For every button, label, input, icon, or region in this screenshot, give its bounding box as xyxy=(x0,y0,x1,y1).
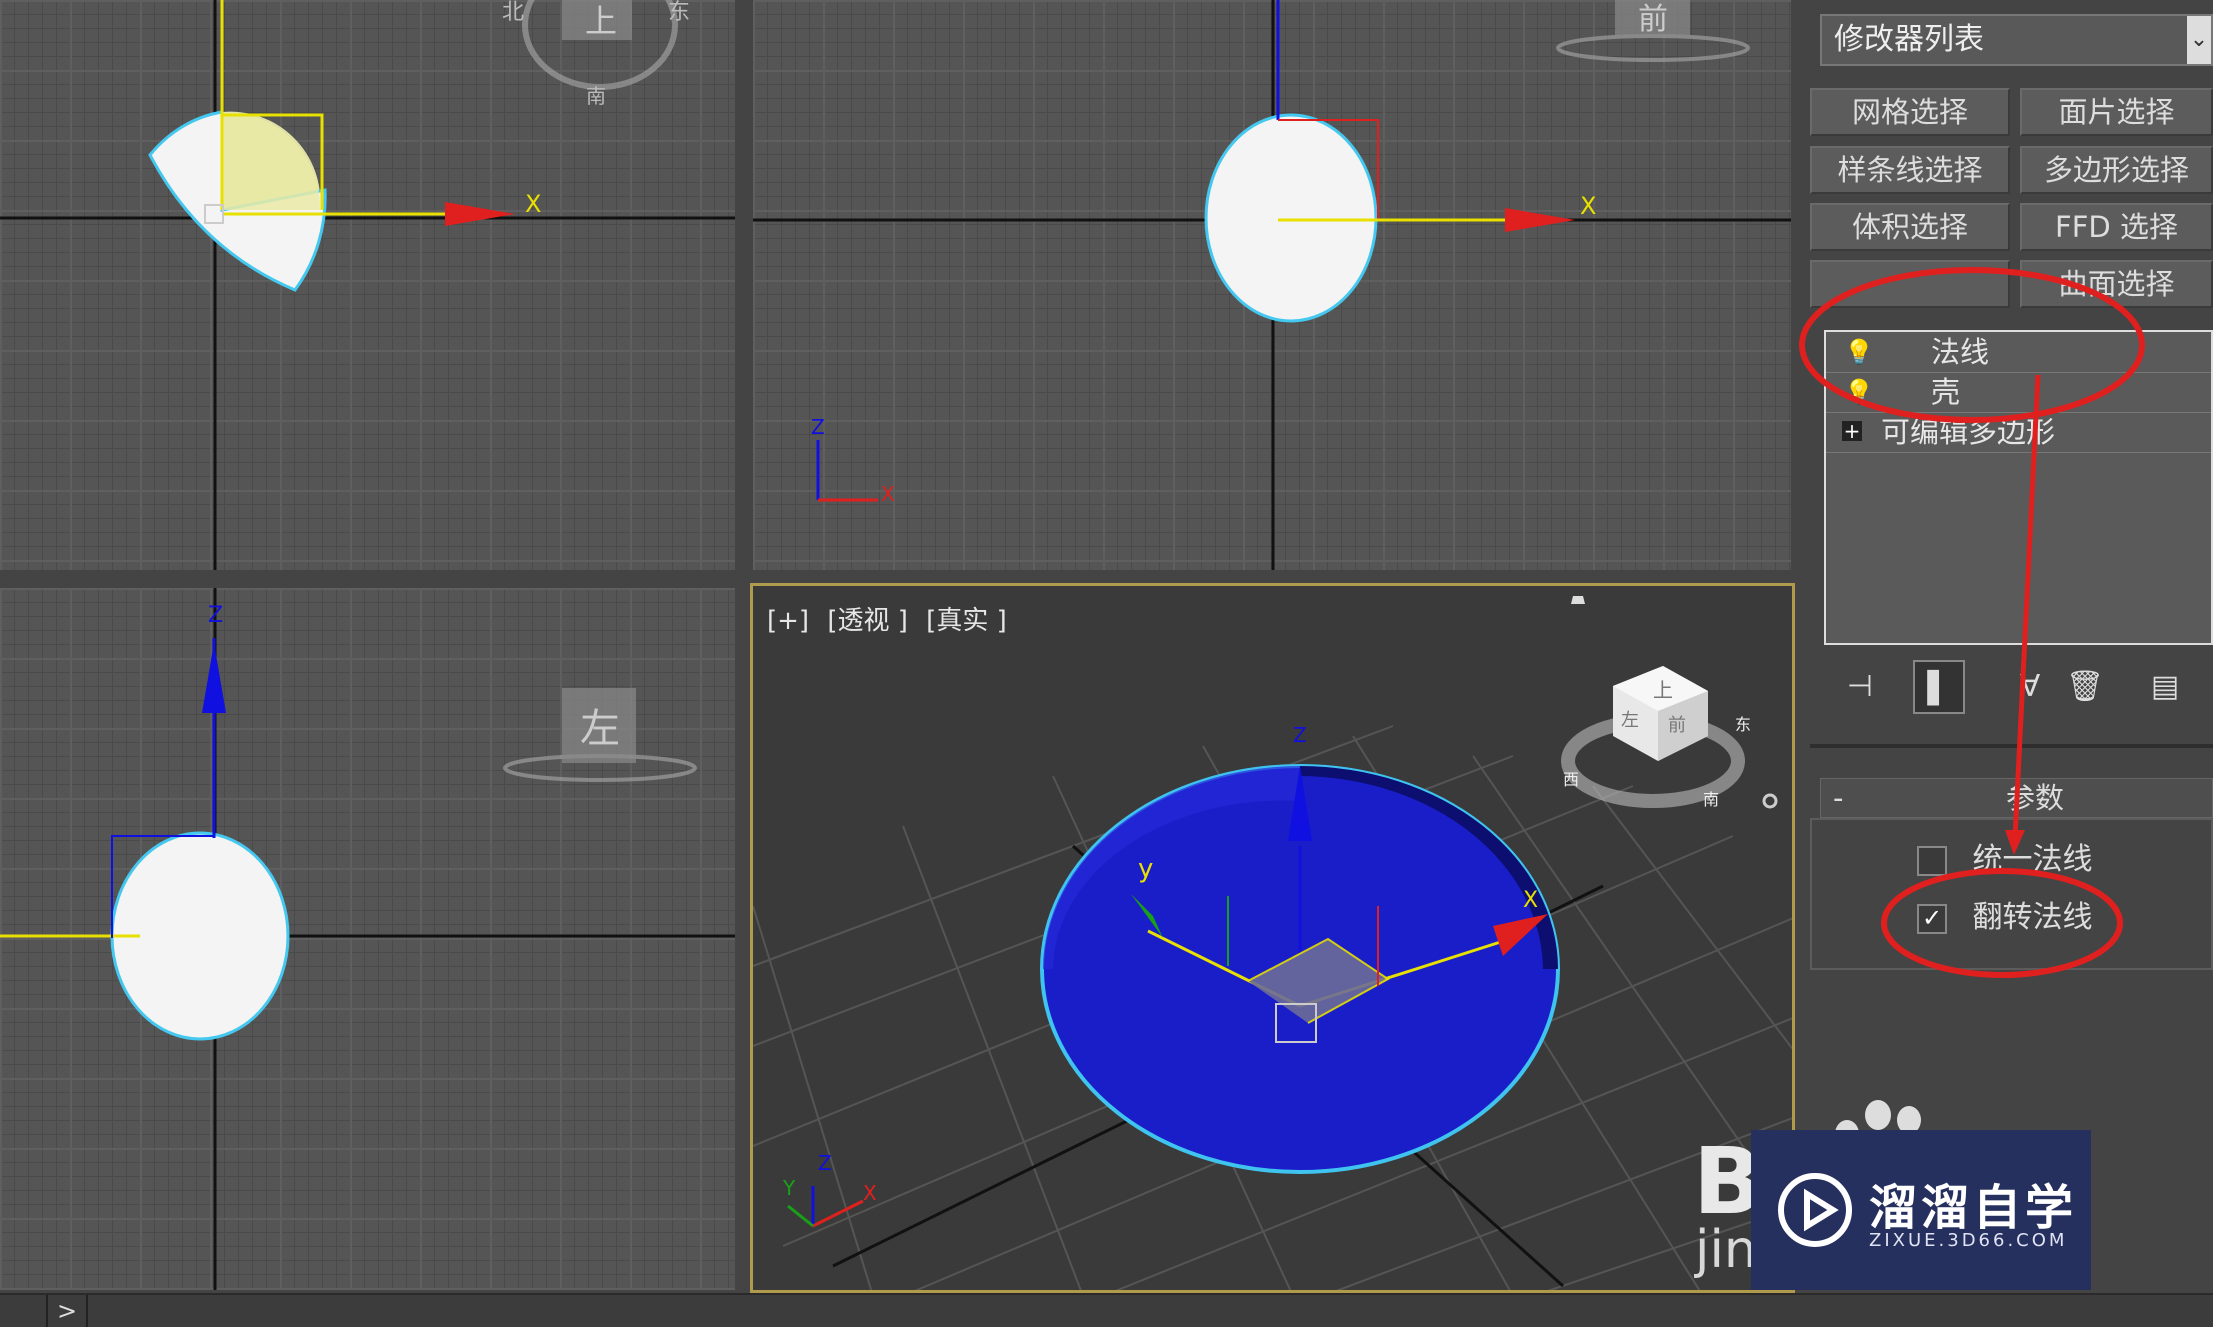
status-bar: > xyxy=(0,1293,2213,1327)
watermark-badge: 溜溜自学 ZIXUE.3D66.COM xyxy=(1751,1130,2091,1290)
viewcube-south-label: 南 xyxy=(1703,790,1720,809)
x-axis-label: X xyxy=(1580,192,1597,220)
front-viewport-canvas xyxy=(753,0,1791,570)
pin-stack-icon[interactable]: ⊣ xyxy=(1830,660,1890,714)
z-axis-label: Z xyxy=(208,603,224,628)
watermark-title: 溜溜自学 xyxy=(1869,1180,2078,1236)
gizmo-y-label: y xyxy=(1138,854,1154,884)
empty-button[interactable] xyxy=(1810,260,2010,308)
stack-item-label: 可编辑多边形 xyxy=(1881,415,2056,449)
mesh-select-button[interactable]: 网格选择 xyxy=(1810,88,2010,136)
viewcube-west-label: 西 xyxy=(1563,770,1580,789)
collapse-toggle[interactable]: - xyxy=(1833,779,1843,817)
gizmo-z-label: Z xyxy=(1293,723,1307,747)
flip-normals-checkbox[interactable]: ✓ xyxy=(1917,903,1947,934)
viewcube-front-label: 前 xyxy=(1668,715,1686,736)
compass-south-label: 南 xyxy=(586,84,606,108)
left-viewport-canvas xyxy=(0,588,735,1290)
play-logo-icon xyxy=(1778,1173,1852,1247)
unify-normals-checkbox[interactable] xyxy=(1917,845,1947,876)
remove-modifier-icon[interactable]: 🗑 xyxy=(2060,660,2110,714)
tripod-y-label: Y xyxy=(783,1176,796,1200)
viewcube-top-label: 上 xyxy=(585,2,618,40)
rollout-title: 参数 xyxy=(2006,781,2065,815)
ffd-select-button[interactable]: FFD 选择 xyxy=(2020,203,2213,251)
viewcube-top-label: 上 xyxy=(1653,678,1673,702)
tripod-x-label: X xyxy=(881,482,895,506)
perspective-viewport[interactable]: [+] [透视 ] [真实 ] Z y X Z Y X 上 左 前 南 西 东 xyxy=(750,583,1795,1293)
divider xyxy=(1810,744,2213,748)
parameters-rollout-header[interactable]: - 参数 xyxy=(1820,778,2213,818)
flip-normals-row[interactable]: ✓ 翻转法线 xyxy=(1917,898,2093,938)
parameters-rollout-body: 统一法线 ✓ 翻转法线 xyxy=(1810,818,2213,970)
spline-select-button[interactable]: 样条线选择 xyxy=(1810,146,2010,194)
top-viewport[interactable]: 北 东 南 上 X xyxy=(0,0,735,570)
modifier-list-dropdown[interactable]: 修改器列表 ⌄ xyxy=(1820,14,2213,66)
lightbulb-icon[interactable]: 💡 xyxy=(1844,372,1874,412)
stack-item-shell[interactable]: 💡 壳 xyxy=(1826,372,2211,413)
poly-select-button[interactable]: 多边形选择 xyxy=(2020,146,2213,194)
viewcube-front-label: 前 xyxy=(1638,2,1668,37)
viewcube[interactable]: 上 左 前 南 西 东 xyxy=(1563,646,1753,816)
make-unique-icon[interactable]: ∀ xyxy=(2000,660,2060,714)
modifier-stack[interactable]: 💡 法线 💡 壳 + 可编辑多边形 xyxy=(1824,330,2213,645)
compass-north-label: 北 xyxy=(502,0,525,25)
left-viewport[interactable]: 左 Z xyxy=(0,588,735,1290)
modifier-list-label: 修改器列表 xyxy=(1834,22,1984,57)
front-viewport[interactable]: 前 X Z X xyxy=(753,0,1791,570)
gizmo-x-label: X xyxy=(1523,888,1539,913)
unify-normals-row[interactable]: 统一法线 xyxy=(1917,840,2093,880)
tripod-z-label: Z xyxy=(811,415,825,439)
tripod-z-label: Z xyxy=(818,1151,832,1175)
viewcube-left-label: 左 xyxy=(1621,710,1639,731)
stack-item-editable-poly[interactable]: + 可编辑多边形 xyxy=(1826,412,2211,453)
stack-item-label: 法线 xyxy=(1931,335,1990,369)
flip-normals-label: 翻转法线 xyxy=(1972,900,2093,935)
compass-east-label: 东 xyxy=(668,0,691,25)
watermark-url: ZIXUE.3D66.COM xyxy=(1869,1230,2068,1251)
stack-item-label: 壳 xyxy=(1931,375,1961,409)
x-axis-label: X xyxy=(525,190,542,218)
unify-normals-label: 统一法线 xyxy=(1972,842,2093,877)
expand-button[interactable]: > xyxy=(46,1295,88,1327)
configure-sets-icon[interactable]: ▤ xyxy=(2135,660,2195,714)
command-panel: 修改器列表 ⌄ 网格选择 面片选择 样条线选择 多边形选择 体积选择 FFD 选… xyxy=(1800,0,2213,1325)
volume-select-button[interactable]: 体积选择 xyxy=(1810,203,2010,251)
tripod-x-label: X xyxy=(863,1181,877,1205)
expand-plus-icon[interactable]: + xyxy=(1842,421,1862,441)
chevron-down-icon[interactable]: ⌄ xyxy=(2187,16,2211,64)
surface-select-button[interactable]: 曲面选择 xyxy=(2020,260,2213,308)
brand-watermark-partial-sub: jin xyxy=(1695,1220,1757,1280)
show-end-result-icon[interactable]: ▌ xyxy=(1913,660,1965,714)
stack-item-normal[interactable]: 💡 法线 xyxy=(1826,332,2211,373)
patch-select-button[interactable]: 面片选择 xyxy=(2020,88,2213,136)
viewcube-left-label: 左 xyxy=(580,706,620,752)
lightbulb-icon[interactable]: 💡 xyxy=(1844,332,1874,372)
viewcube-east-label: 东 xyxy=(1735,715,1752,734)
top-viewport-canvas xyxy=(0,0,735,570)
